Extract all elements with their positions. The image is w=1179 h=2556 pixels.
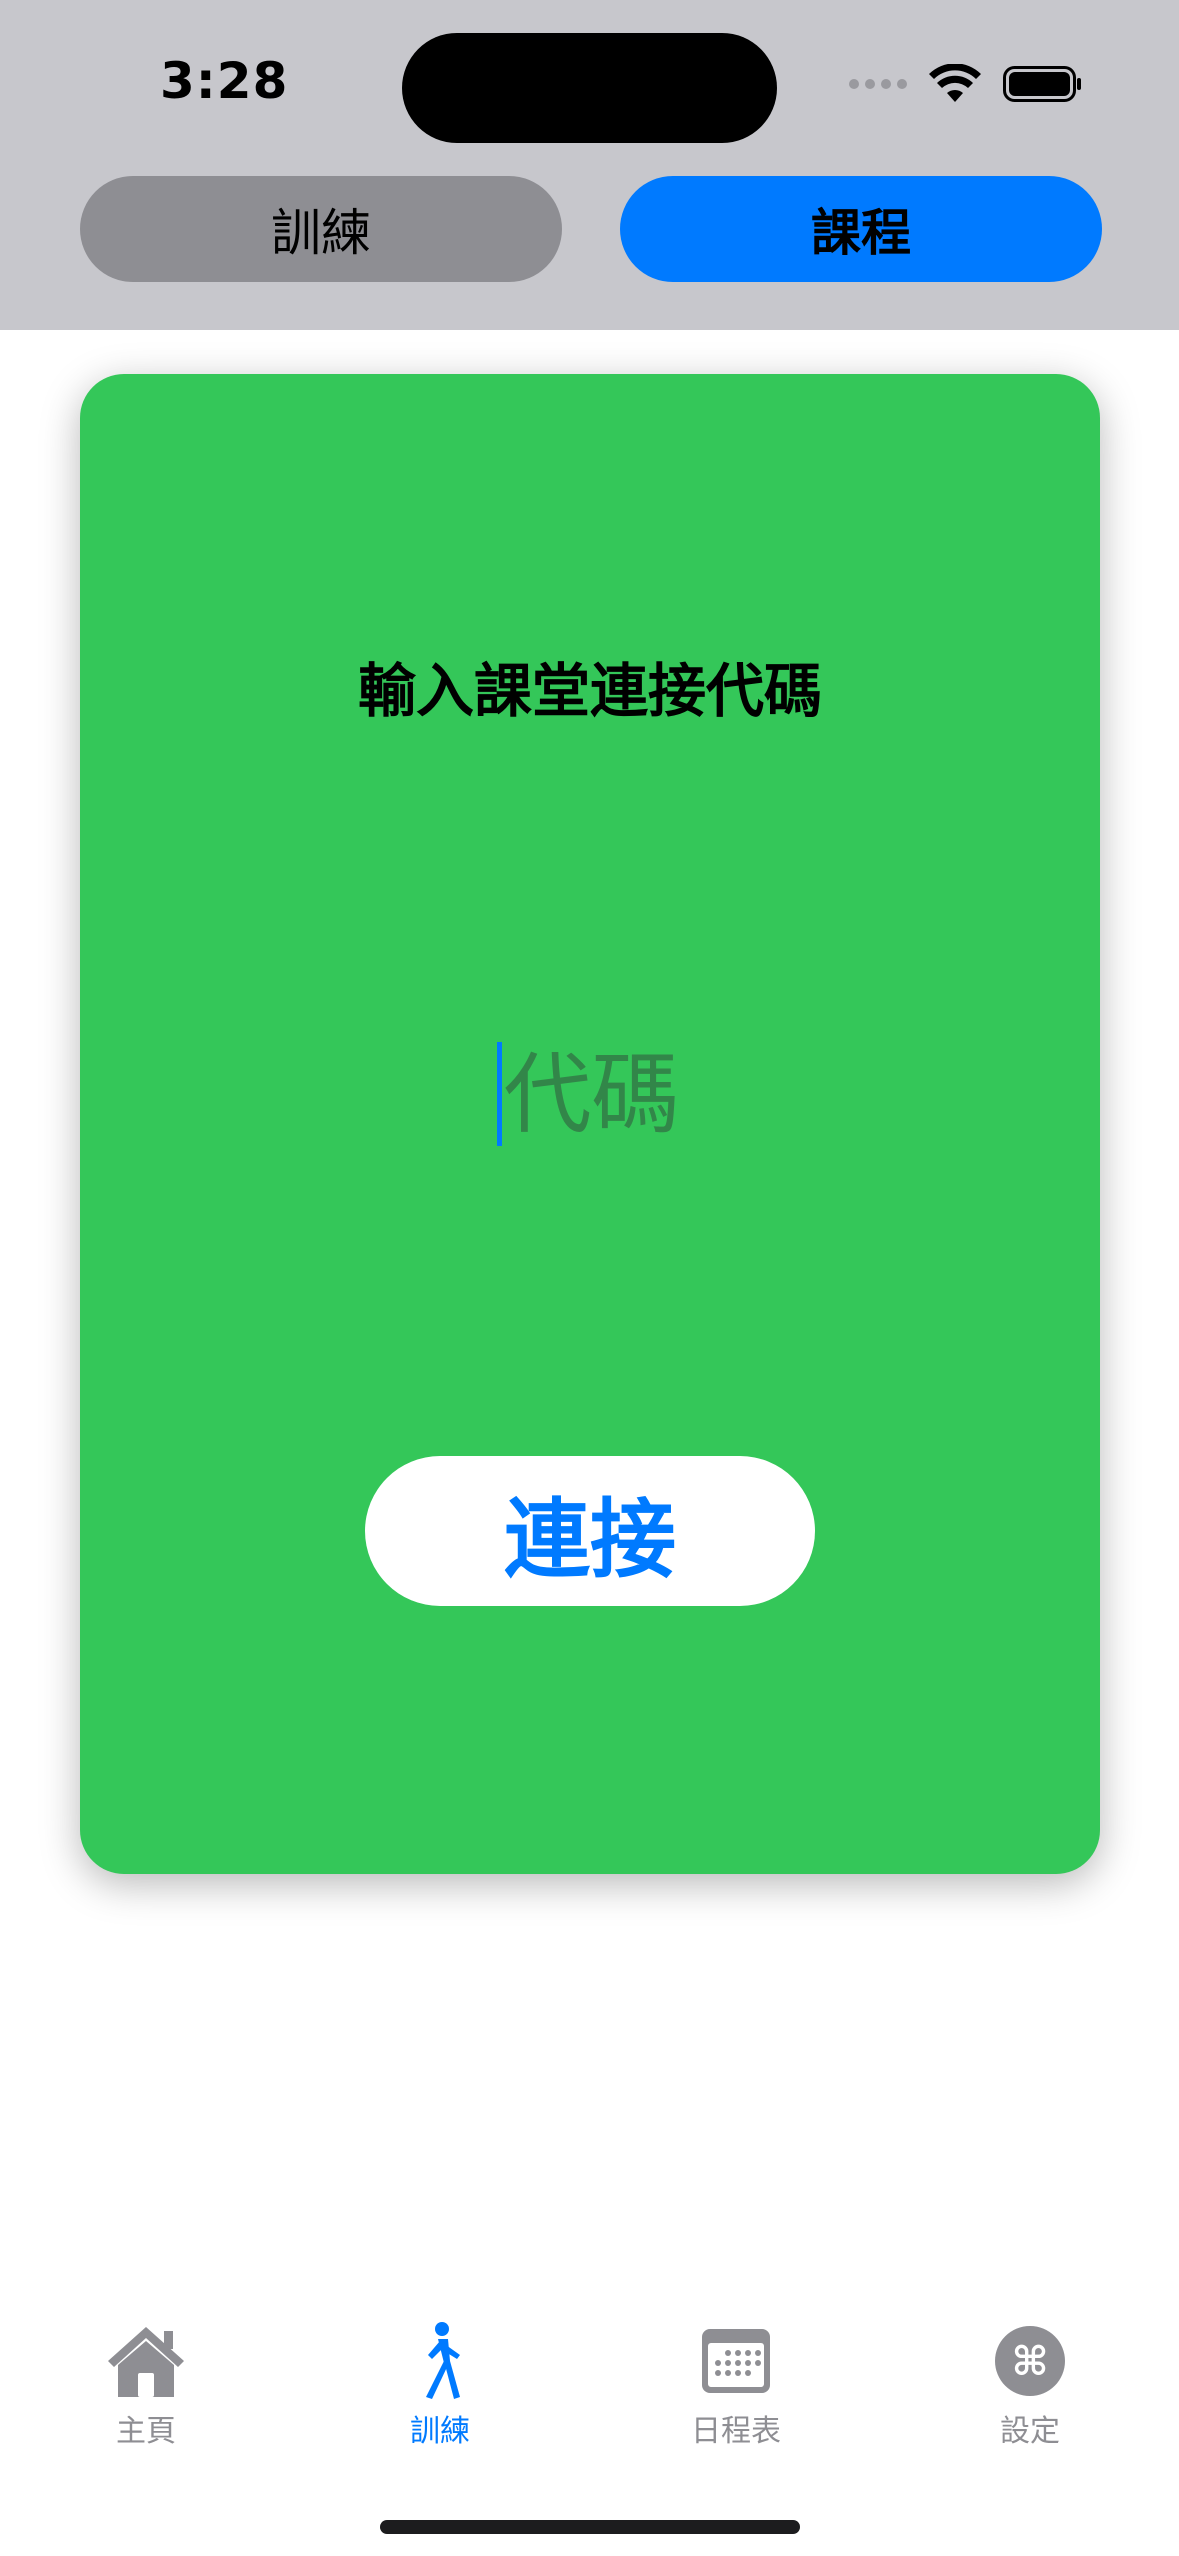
segment-course[interactable]: 課程 bbox=[620, 176, 1102, 282]
segment-training[interactable]: 訓練 bbox=[80, 176, 562, 282]
tab-schedule-label: 日程表 bbox=[691, 2414, 781, 2449]
dynamic-island bbox=[402, 33, 777, 143]
home-indicator bbox=[380, 2520, 800, 2534]
tab-home-label: 主頁 bbox=[116, 2414, 176, 2449]
join-class-card: 輸入課堂連接代碼 連接 bbox=[80, 374, 1100, 1874]
header-area: 3:28 訓練 課程 bbox=[0, 0, 1179, 330]
command-icon: ⌘ bbox=[985, 2320, 1075, 2402]
tab-schedule[interactable]: 日程表 bbox=[636, 2320, 836, 2450]
walking-figure-icon bbox=[395, 2320, 485, 2402]
tab-settings-label: 設定 bbox=[1000, 2414, 1060, 2449]
status-time: 3:28 bbox=[160, 52, 289, 110]
tab-bar: 主頁 訓練 日程表 ⌘ 設定 bbox=[0, 2300, 1179, 2450]
code-input-container bbox=[80, 1034, 1100, 1154]
tab-home[interactable]: 主頁 bbox=[46, 2320, 246, 2450]
svg-text:⌘: ⌘ bbox=[1011, 2339, 1048, 2385]
text-caret bbox=[496, 1042, 502, 1146]
tab-training[interactable]: 訓練 bbox=[340, 2320, 540, 2450]
connect-button[interactable]: 連接 bbox=[365, 1456, 815, 1606]
tab-settings[interactable]: ⌘ 設定 bbox=[930, 2320, 1130, 2450]
tab-training-label: 訓練 bbox=[410, 2414, 470, 2449]
calendar-icon bbox=[691, 2320, 781, 2402]
card-title: 輸入課堂連接代碼 bbox=[357, 657, 822, 725]
status-icons bbox=[849, 64, 1083, 104]
cellular-dots-icon bbox=[849, 79, 907, 89]
house-icon bbox=[101, 2320, 191, 2402]
code-input[interactable] bbox=[503, 1042, 684, 1146]
wifi-icon bbox=[929, 64, 981, 102]
battery-icon bbox=[1003, 66, 1081, 102]
